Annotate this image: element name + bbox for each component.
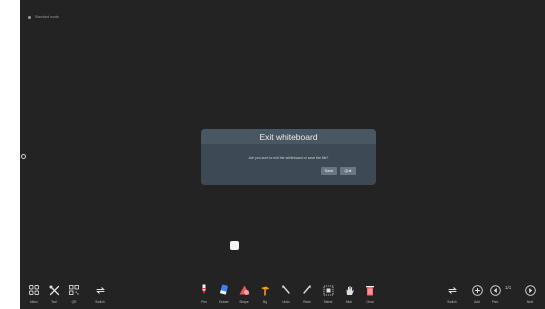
bottom-toolbar: Menu Tool QR Switch Pen Eraser Shape Bg … [20, 281, 545, 309]
next-page-button[interactable]: Next [519, 281, 541, 309]
switch-arrows-icon [94, 284, 106, 296]
qr-label: QR [71, 300, 77, 304]
shape-icon [238, 284, 250, 296]
pen-label: Pen [201, 300, 207, 304]
eraser-icon [218, 284, 230, 296]
hand-icon [343, 284, 355, 296]
mode-dot-icon [28, 15, 31, 19]
switch-arrows-icon [446, 284, 458, 296]
switch-label-right: Switch [447, 300, 457, 304]
menu-grid-icon [28, 284, 40, 296]
clear-label: Clear [366, 300, 374, 304]
undo-icon [280, 284, 292, 296]
whiteboard-screen[interactable]: Standard mode Exit whiteboard Are you su… [20, 0, 545, 309]
previous-page-label: Prev [491, 300, 499, 304]
floating-menu-button[interactable] [230, 241, 239, 250]
shape-button[interactable]: Shape [233, 281, 255, 309]
menu-button[interactable]: Menu [23, 281, 45, 309]
undo-label: Undo [282, 300, 290, 304]
select-label: Select [323, 300, 333, 304]
mode-label: Standard mode [35, 15, 59, 19]
tool-label: Tool [51, 300, 57, 304]
clear-button[interactable]: Clear [359, 281, 381, 309]
switch-label-left: Switch [95, 300, 105, 304]
switch-button-left[interactable]: Switch [89, 281, 111, 309]
clear-icon [364, 284, 376, 296]
next-page-label: Next [526, 300, 534, 304]
next-page-icon [524, 284, 536, 296]
dialog-title: Exit whiteboard [201, 129, 376, 144]
quit-button[interactable]: Quit [340, 167, 356, 175]
dialog-buttons: Save Quit [321, 167, 356, 175]
undo-button[interactable]: Undo [275, 281, 297, 309]
exit-dialog: Exit whiteboard Are you sure to exit the… [201, 129, 376, 185]
background-button[interactable]: Bg [254, 281, 276, 309]
add-page-icon [471, 284, 483, 296]
qr-button[interactable]: QR [63, 281, 85, 309]
tools-icon [48, 284, 60, 296]
tool-button[interactable]: Tool [43, 281, 65, 309]
hand-button[interactable]: Mob [338, 281, 360, 309]
shape-label: Shape [239, 300, 249, 304]
pen-icon [198, 284, 210, 296]
hand-label: Mob [345, 300, 353, 304]
switch-button-right[interactable]: Switch [441, 281, 463, 309]
side-handle[interactable] [21, 154, 26, 159]
save-button[interactable]: Save [321, 167, 337, 175]
dialog-message: Are you sure to exit the whiteboard or s… [248, 156, 329, 160]
select-icon [322, 284, 334, 296]
eraser-button[interactable]: Eraser [213, 281, 235, 309]
pen-button[interactable]: Pen [193, 281, 215, 309]
qr-code-icon [68, 284, 80, 296]
mode-indicator[interactable]: Standard mode [28, 12, 59, 22]
add-page-label: Add [474, 300, 480, 304]
select-button[interactable]: Select [317, 281, 339, 309]
previous-page-button[interactable]: Prev [484, 281, 506, 309]
eraser-label: Eraser [219, 300, 229, 304]
redo-icon [301, 284, 313, 296]
redo-label: Redo [303, 300, 311, 304]
page-indicator: 1/1 [505, 285, 512, 290]
background-label: Bg [263, 300, 267, 304]
previous-page-icon [489, 284, 501, 296]
menu-label: Menu [30, 300, 38, 304]
redo-button[interactable]: Redo [296, 281, 318, 309]
background-icon [259, 284, 271, 296]
